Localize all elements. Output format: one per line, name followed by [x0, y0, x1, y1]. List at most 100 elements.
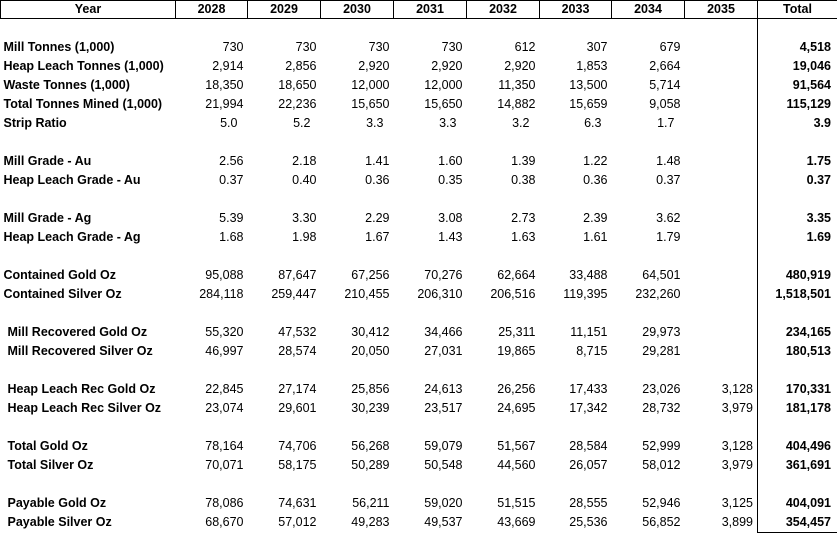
value-cell-2032: 51,515	[467, 494, 540, 513]
table-row: Heap Leach Grade - Au0.370.400.360.350.3…	[1, 171, 837, 190]
row-label: Heap Leach Grade - Ag	[1, 228, 176, 247]
value-cell-2028: 55,320	[176, 323, 248, 342]
total-cell: 19,046	[758, 57, 837, 76]
table-row: Payable Gold Oz78,08674,63156,21159,0205…	[1, 494, 837, 513]
empty-cell	[467, 304, 540, 323]
header-year-2031: 2031	[394, 1, 467, 19]
empty-cell	[176, 304, 248, 323]
empty-cell	[1, 247, 176, 266]
value-cell-2028: 95,088	[176, 266, 248, 285]
value-cell-2029: 58,175	[248, 456, 321, 475]
value-cell-2035: 3,979	[685, 456, 758, 475]
value-cell-2029: 0.40	[248, 171, 321, 190]
value-cell-2032: 19,865	[467, 342, 540, 361]
value-cell-2034: 29,973	[612, 323, 685, 342]
empty-cell	[321, 190, 394, 209]
value-cell-2031: 27,031	[394, 342, 467, 361]
empty-cell	[685, 247, 758, 266]
empty-cell	[467, 418, 540, 437]
header-row: Year 2028 2029 2030 2031 2032 2033 2034 …	[1, 1, 837, 19]
empty-cell	[321, 361, 394, 380]
value-cell-2028: 23,074	[176, 399, 248, 418]
row-label: Mill Grade - Au	[1, 152, 176, 171]
value-cell-2034: 29,281	[612, 342, 685, 361]
empty-cell	[248, 418, 321, 437]
value-cell-2035	[685, 57, 758, 76]
value-cell-2028: 18,350	[176, 76, 248, 95]
value-cell-2028: 2,914	[176, 57, 248, 76]
empty-cell	[1, 304, 176, 323]
value-cell-2030: 15,650	[321, 95, 394, 114]
empty-cell	[176, 190, 248, 209]
empty-cell	[176, 418, 248, 437]
empty-cell	[1, 418, 176, 437]
empty-cell	[321, 475, 394, 494]
empty-cell	[176, 19, 248, 39]
row-label: Heap Leach Rec Gold Oz	[1, 380, 176, 399]
empty-cell	[540, 418, 612, 437]
total-cell-empty	[758, 475, 837, 494]
table-row: Contained Gold Oz95,08887,64767,25670,27…	[1, 266, 837, 285]
empty-cell	[321, 133, 394, 152]
value-cell-2031: 23,517	[394, 399, 467, 418]
table-row: Mill Grade - Au2.562.181.411.601.391.221…	[1, 152, 837, 171]
value-cell-2034: 679	[612, 38, 685, 57]
spacer-row	[1, 361, 837, 380]
empty-cell	[612, 418, 685, 437]
total-cell: 404,091	[758, 494, 837, 513]
total-cell-empty	[758, 304, 837, 323]
empty-cell	[321, 19, 394, 39]
empty-cell	[321, 418, 394, 437]
empty-cell	[612, 304, 685, 323]
row-label: Mill Recovered Silver Oz	[1, 342, 176, 361]
value-cell-2035	[685, 342, 758, 361]
row-label: Mill Tonnes (1,000)	[1, 38, 176, 57]
table-row: Heap Leach Rec Gold Oz22,84527,17425,856…	[1, 380, 837, 399]
value-cell-2033: 28,555	[540, 494, 612, 513]
empty-cell	[612, 475, 685, 494]
value-cell-2032: 2.73	[467, 209, 540, 228]
empty-cell	[540, 247, 612, 266]
spacer-row	[1, 304, 837, 323]
value-cell-2035	[685, 38, 758, 57]
value-cell-2033: 1,853	[540, 57, 612, 76]
header-year-2034: 2034	[612, 1, 685, 19]
value-cell-2029: 22,236	[248, 95, 321, 114]
value-cell-2035: 3,125	[685, 494, 758, 513]
empty-cell	[685, 19, 758, 39]
row-label: Contained Silver Oz	[1, 285, 176, 304]
empty-cell	[685, 304, 758, 323]
value-cell-2029: 1.98	[248, 228, 321, 247]
value-cell-2029: 28,574	[248, 342, 321, 361]
row-label: Mill Grade - Ag	[1, 209, 176, 228]
table-row: Heap Leach Grade - Ag1.681.981.671.431.6…	[1, 228, 837, 247]
value-cell-2034: 1.48	[612, 152, 685, 171]
header-year-2033: 2033	[540, 1, 612, 19]
value-cell-2034: 28,732	[612, 399, 685, 418]
value-cell-2032: 612	[467, 38, 540, 57]
row-label: Heap Leach Rec Silver Oz	[1, 399, 176, 418]
value-cell-2032: 25,311	[467, 323, 540, 342]
value-cell-2033: 307	[540, 38, 612, 57]
value-cell-2032: 0.38	[467, 171, 540, 190]
empty-cell	[467, 190, 540, 209]
empty-cell	[176, 133, 248, 152]
row-label: Heap Leach Tonnes (1,000)	[1, 57, 176, 76]
value-cell-2031: 12,000	[394, 76, 467, 95]
value-cell-2034: 1.7	[612, 114, 685, 133]
value-cell-2028: 5.0	[176, 114, 248, 133]
value-cell-2030: 210,455	[321, 285, 394, 304]
empty-cell	[394, 133, 467, 152]
value-cell-2028: 70,071	[176, 456, 248, 475]
value-cell-2033: 15,659	[540, 95, 612, 114]
value-cell-2034: 1.79	[612, 228, 685, 247]
value-cell-2034: 52,946	[612, 494, 685, 513]
empty-cell	[176, 475, 248, 494]
value-cell-2032: 62,664	[467, 266, 540, 285]
total-cell: 91,564	[758, 76, 837, 95]
value-cell-2035: 3,128	[685, 380, 758, 399]
value-cell-2030: 12,000	[321, 76, 394, 95]
spacer-row	[1, 247, 837, 266]
empty-cell	[612, 133, 685, 152]
header-year-2028: 2028	[176, 1, 248, 19]
